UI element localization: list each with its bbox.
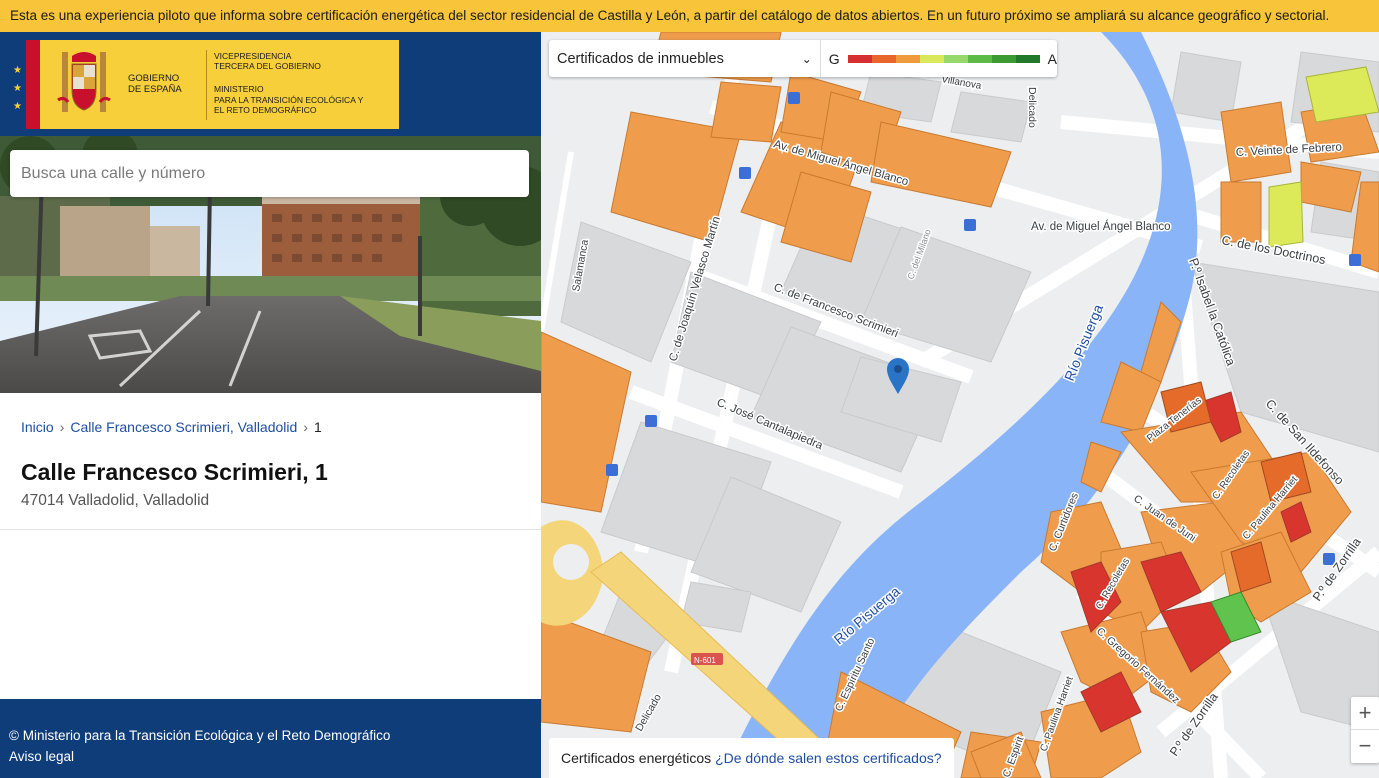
legend-swatch-0 <box>847 54 872 63</box>
legend-swatch-7 <box>1015 54 1040 63</box>
pilot-info-banner: Esta es una experiencia piloto que infor… <box>0 0 1379 32</box>
vicepresidencia-label: VICEPRESIDENCIA TERCERA DEL GOBIERNO <box>214 51 321 71</box>
star-icon: ★ <box>13 101 22 112</box>
layer-select-dropdown[interactable]: Certificados de inmuebles ⌄ <box>549 40 821 77</box>
legend-swatch-5 <box>967 54 992 63</box>
ministerio-label: MINISTERIO PARA LA TRANSICIÓN ECOLÓGICA … <box>214 84 364 115</box>
map-layer-toolbar: Certificados de inmuebles ⌄ G A <box>549 40 1057 77</box>
divider <box>0 529 541 530</box>
breadcrumb: Inicio › Calle Francesco Scrimieri, Vall… <box>21 419 322 435</box>
government-logo[interactable]: ★ ★ ★ GOBIERNO DE ESPAÑA VICEPRESIDENCIA <box>10 40 399 129</box>
legend-swatch-6 <box>991 54 1016 63</box>
chevron-down-icon: ⌄ <box>801 51 812 66</box>
chevron-right-icon: › <box>303 419 308 435</box>
road-shield-label: N-601 <box>694 656 716 665</box>
zoom-out-button[interactable]: − <box>1351 730 1379 763</box>
certificates-info-bar: Certificados energéticos ¿De dónde salen… <box>549 738 954 778</box>
certificates-label: Certificados energéticos <box>561 750 712 766</box>
copyright-text: © Ministerio para la Transición Ecológic… <box>9 728 391 743</box>
breadcrumb-home-link[interactable]: Inicio <box>21 419 54 435</box>
breadcrumb-current: 1 <box>313 419 322 435</box>
spain-flag-stripe <box>26 40 40 129</box>
legend-swatch-4 <box>943 54 968 63</box>
legend-swatch-3 <box>919 54 944 63</box>
government-header: ★ ★ ★ GOBIERNO DE ESPAÑA VICEPRESIDENCIA <box>0 32 541 136</box>
address-search-input[interactable] <box>10 150 529 197</box>
sidebar: ★ ★ ★ GOBIERNO DE ESPAÑA VICEPRESIDENCIA <box>0 32 541 778</box>
legend-swatch-2 <box>895 54 920 63</box>
chevron-right-icon: › <box>59 419 65 435</box>
legend-swatch-1 <box>871 54 896 63</box>
logo-divider <box>206 50 207 120</box>
energy-rating-legend: G A <box>821 51 1057 67</box>
coat-of-arms-icon <box>57 52 111 112</box>
map-canvas[interactable]: Av. de Miguel Ángel Blanco Av. de Miguel… <box>541 32 1379 778</box>
star-icon: ★ <box>13 65 22 76</box>
star-icon: ★ <box>13 83 22 94</box>
street-label: Delicado <box>1026 87 1038 128</box>
address-search-box[interactable] <box>10 150 529 197</box>
layer-select-value: Certificados de inmuebles <box>557 50 724 67</box>
map[interactable]: Av. de Miguel Ángel Blanco Av. de Miguel… <box>541 32 1379 778</box>
legend-low-label: G <box>828 50 840 67</box>
sidebar-footer: © Ministerio para la Transición Ecológic… <box>0 699 541 778</box>
certificates-source-link[interactable]: ¿De dónde salen estos certificados? <box>715 750 941 766</box>
legend-high-label: A <box>1047 50 1057 67</box>
breadcrumb-street-link[interactable]: Calle Francesco Scrimieri, Valladolid <box>70 419 297 435</box>
legal-notice-link[interactable]: Aviso legal <box>9 746 541 767</box>
address-title: Calle Francesco Scrimieri, 1 <box>21 459 328 485</box>
zoom-in-button[interactable]: + <box>1351 697 1379 730</box>
zoom-controls: + − <box>1351 697 1379 763</box>
gobierno-label: GOBIERNO DE ESPAÑA <box>128 73 182 95</box>
legend-swatches <box>847 54 1040 63</box>
address-postal-line: 47014 Valladolid, Valladolid <box>21 492 210 509</box>
street-label: Av. de Miguel Ángel Blanco <box>1031 220 1171 233</box>
